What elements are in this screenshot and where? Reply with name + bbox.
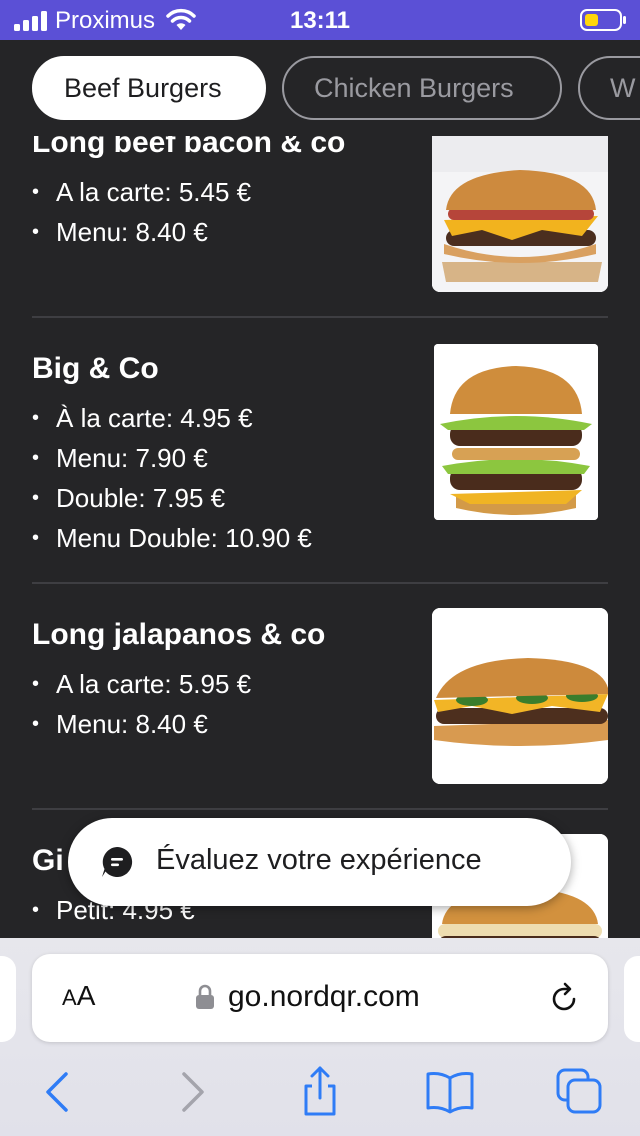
divider <box>32 808 608 810</box>
tab-beef-burgers[interactable]: Beef Burgers <box>32 56 266 120</box>
battery-icon <box>580 9 626 31</box>
clock: 13:11 <box>289 7 351 34</box>
item-name: Gi <box>32 844 64 877</box>
category-tabs: Beef Burgers Chicken Burgers W <box>0 40 640 136</box>
browser-nav-bar <box>0 1058 640 1128</box>
tab-next-category[interactable]: W <box>578 56 640 120</box>
long-jalapeno-burger-image <box>432 608 608 784</box>
item-name: Big & Co <box>32 352 159 385</box>
feedback-label: Évaluez votre expérience <box>156 844 482 876</box>
price-line: • À la carte: 4.95 € <box>32 403 253 433</box>
menu-item[interactable]: Big & Co • À la carte: 4.95 € • Menu: 7.90… <box>32 344 608 596</box>
feedback-button[interactable]: Évaluez votre expérience <box>68 818 571 906</box>
browser-toolbar: AA go.nordqr.com <box>0 938 640 1136</box>
tab-chicken-burgers[interactable]: Chicken Burgers <box>282 56 562 120</box>
divider <box>32 316 608 318</box>
tabs-icon[interactable] <box>550 1064 606 1120</box>
menu-item[interactable]: Long beef bacon & co • A la carte: 5.45 €… <box>32 112 608 320</box>
reload-icon[interactable] <box>548 982 580 1014</box>
back-icon[interactable] <box>30 1064 86 1120</box>
chat-bubble-icon <box>102 846 133 877</box>
reader-options-button[interactable]: AA <box>62 980 95 1012</box>
price-line: • Menu Double: 10.90 € <box>32 523 312 553</box>
next-tab-card[interactable] <box>624 956 640 1042</box>
previous-tab-card[interactable] <box>0 956 16 1042</box>
bookmarks-icon[interactable] <box>422 1064 478 1120</box>
double-burger-image <box>434 344 598 520</box>
price-line: • Menu: 7.90 € <box>32 443 208 473</box>
divider <box>32 582 608 584</box>
menu-list[interactable]: Long beef bacon & co • A la carte: 5.45 €… <box>0 40 640 940</box>
forward-icon[interactable] <box>164 1064 220 1120</box>
address-bar[interactable]: AA go.nordqr.com <box>32 954 608 1042</box>
price-line: • A la carte: 5.45 € <box>32 177 252 207</box>
menu-item[interactable]: Long jalapanos & co • A la carte: 5.95 € … <box>32 608 608 812</box>
item-name: Long jalapanos & co <box>32 618 326 651</box>
price-line: • A la carte: 5.95 € <box>32 669 252 699</box>
price-line: • Menu: 8.40 € <box>32 217 208 247</box>
price-line: • Menu: 8.40 € <box>32 709 208 739</box>
price-line: • Double: 7.95 € <box>32 483 226 513</box>
lock-icon <box>196 984 214 1009</box>
url-text: go.nordqr.com <box>228 980 420 1013</box>
status-bar: Proximus 13:11 <box>0 0 640 40</box>
long-bacon-burger-image <box>432 112 608 292</box>
share-icon[interactable] <box>292 1064 348 1120</box>
